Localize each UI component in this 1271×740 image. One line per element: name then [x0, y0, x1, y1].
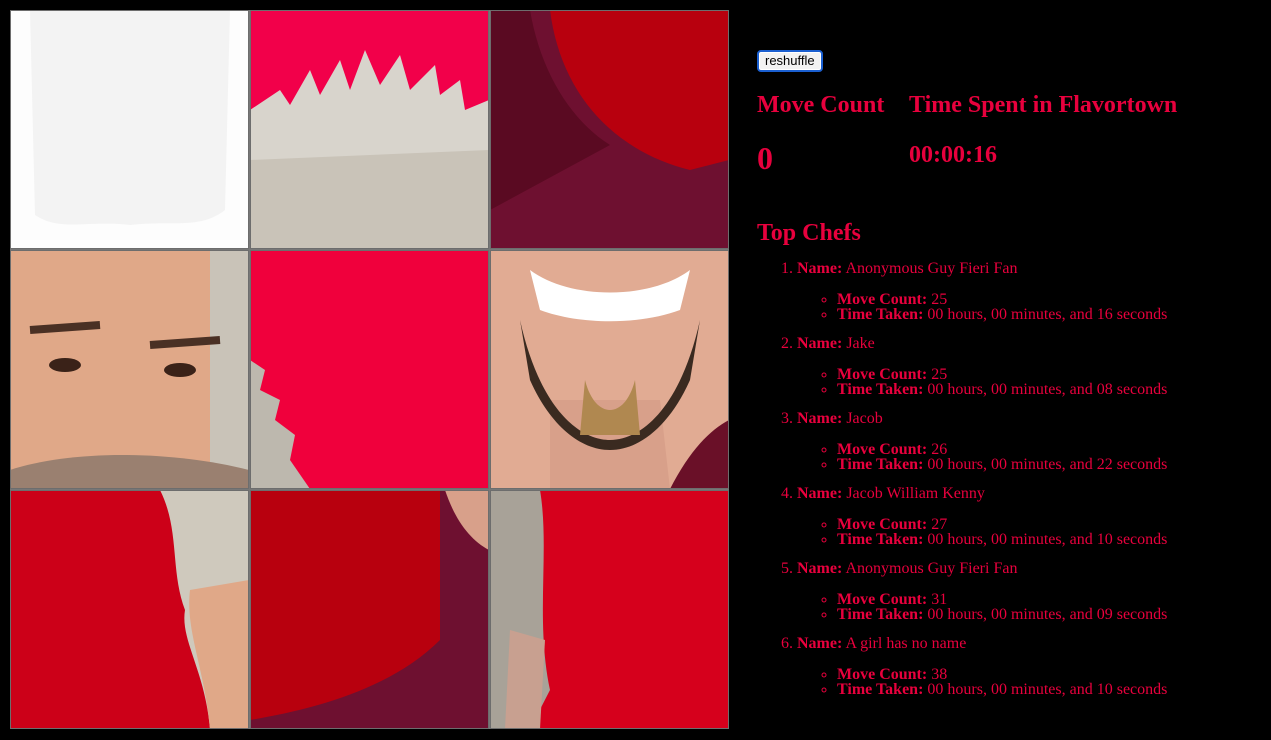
puzzle-board — [10, 10, 729, 729]
name-label: Name: — [797, 560, 843, 577]
leaderboard-title: Top Chefs — [757, 220, 861, 246]
time-taken-label: Time Taken: — [837, 381, 924, 398]
puzzle-tile[interactable] — [490, 250, 729, 489]
chef-time: 00 hours, 00 minutes, and 16 seconds — [927, 306, 1168, 323]
name-label: Name: — [797, 335, 843, 352]
chef-name: A girl has no name — [845, 635, 967, 652]
chef-name: Anonymous Guy Fieri Fan — [845, 560, 1018, 577]
chef-name: Jacob — [846, 410, 883, 427]
name-label: Name: — [797, 260, 843, 277]
leaderboard-entry: Name: Jacob Move Count: 26 Time Taken: 0… — [797, 410, 1168, 473]
time-section: Time Spent in Flavortown 00:00:16 — [909, 90, 1178, 168]
leaderboard-entry: Name: A girl has no name Move Count: 38 … — [797, 635, 1168, 698]
reshuffle-button[interactable]: reshuffle — [757, 50, 823, 72]
time-label: Time Spent in Flavortown — [909, 92, 1178, 118]
chef-time: 00 hours, 00 minutes, and 08 seconds — [927, 381, 1168, 398]
puzzle-tile[interactable] — [490, 10, 729, 249]
time-taken-label: Time Taken: — [837, 606, 924, 623]
leaderboard-entry: Name: Anonymous Guy Fieri Fan Move Count… — [797, 560, 1168, 623]
time-value: 00:00:16 — [909, 142, 997, 168]
chef-time: 00 hours, 00 minutes, and 09 seconds — [927, 606, 1168, 623]
puzzle-tile[interactable] — [250, 10, 489, 249]
chef-time: 00 hours, 00 minutes, and 10 seconds — [927, 531, 1168, 548]
time-taken-label: Time Taken: — [837, 306, 924, 323]
chef-time: 00 hours, 00 minutes, and 10 seconds — [927, 681, 1168, 698]
puzzle-tile[interactable] — [250, 250, 489, 489]
leaderboard-entry: Name: Jake Move Count: 25 Time Taken: 00… — [797, 335, 1168, 398]
time-taken-label: Time Taken: — [837, 681, 924, 698]
puzzle-tile-blank[interactable] — [10, 10, 249, 249]
move-count-value: 0 — [757, 140, 773, 176]
puzzle-tile[interactable] — [10, 250, 249, 489]
move-count-section: Move Count 0 — [757, 90, 885, 174]
chef-name: Jake — [846, 335, 875, 352]
puzzle-tile[interactable] — [250, 490, 489, 729]
puzzle-tile[interactable] — [490, 490, 729, 729]
puzzle-tile[interactable] — [10, 490, 249, 729]
name-label: Name: — [797, 635, 843, 652]
time-taken-label: Time Taken: — [837, 456, 924, 473]
name-label: Name: — [797, 485, 843, 502]
leaderboard-list: Name: Anonymous Guy Fieri Fan Move Count… — [757, 260, 1168, 698]
chef-name: Anonymous Guy Fieri Fan — [845, 260, 1018, 277]
chef-time: 00 hours, 00 minutes, and 22 seconds — [927, 456, 1168, 473]
leaderboard-entry: Name: Jacob William Kenny Move Count: 27… — [797, 485, 1168, 548]
name-label: Name: — [797, 410, 843, 427]
leaderboard-entry: Name: Anonymous Guy Fieri Fan Move Count… — [797, 260, 1168, 323]
time-taken-label: Time Taken: — [837, 531, 924, 548]
chef-name: Jacob William Kenny — [846, 485, 985, 502]
move-count-label: Move Count — [757, 92, 885, 118]
